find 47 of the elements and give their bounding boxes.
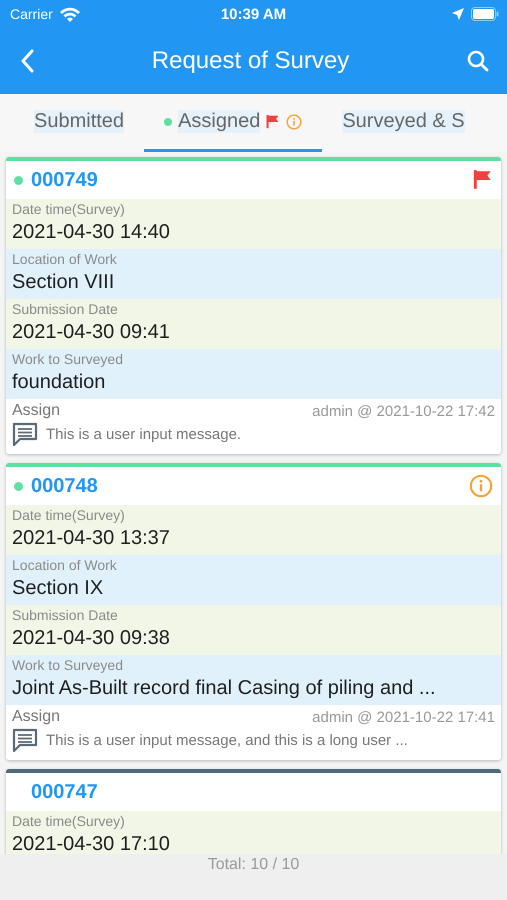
battery-icon [471, 7, 499, 21]
wifi-icon [58, 6, 81, 22]
action-label: Assign [12, 708, 60, 726]
message-text: This is a user input message, and this is a long user ... [46, 732, 408, 748]
field-value: Section VIII [12, 270, 116, 295]
field-label: Work to Surveyed [12, 351, 124, 368]
request-number: 000748 [31, 474, 99, 498]
location-arrow-icon [451, 7, 465, 21]
back-icon [20, 49, 34, 73]
tab[interactable]: Assigned [144, 94, 322, 152]
field-value: 2021-04-30 17:10 [12, 832, 171, 854]
assigned-by-text: admin @ 2021-10-22 17:42 [312, 402, 495, 420]
request-card[interactable]: 000749 Date time(Survey) 2021-04-30 14:40 Location of Work Section VIII Submission Date 2021-04-30 09:41 Work to Surveyed foundation Assign admin @ 2021-10-22 17:42 This is a user input message. [6, 157, 501, 454]
clock-time: 10:39 AM [220, 6, 286, 22]
field-value: 2021-04-30 09:41 [12, 320, 171, 345]
request-number: 000747 [31, 780, 99, 804]
message-icon [12, 728, 38, 752]
tab[interactable]: Surveyed & S [322, 94, 485, 152]
action-label: Assign [12, 402, 60, 420]
field-value: Joint As-Built record final Casing of piling and ... [12, 676, 437, 701]
field-value: 2021-04-30 14:40 [12, 220, 171, 245]
field-label: Submission Date [12, 301, 119, 318]
request-card[interactable]: 000747 Date time(Survey) 2021-04-30 17:10 [6, 769, 501, 854]
field-value: 2021-04-30 13:37 [12, 526, 171, 551]
field-label: Date time(Survey) [12, 201, 126, 218]
screen-title: Request of Survey [152, 47, 350, 75]
field-value: foundation [12, 370, 106, 395]
tab[interactable]: Submitted [0, 94, 144, 152]
search-icon [467, 50, 489, 72]
message-icon [12, 422, 38, 446]
field-label: Work to Surveyed [12, 657, 124, 674]
request-number: 000749 [31, 168, 99, 192]
field-label: Date time(Survey) [12, 813, 126, 830]
total-count: Total: 10 / 10 [208, 856, 300, 875]
field-label: Location of Work [12, 557, 118, 574]
field-label: Submission Date [12, 607, 119, 624]
field-value: 2021-04-30 09:38 [12, 626, 171, 651]
assigned-by-text: admin @ 2021-10-22 17:41 [312, 708, 495, 726]
field-label: Location of Work [12, 251, 118, 268]
field-label: Date time(Survey) [12, 507, 126, 524]
message-text: This is a user input message. [46, 426, 242, 442]
tab-label: Surveyed & S [342, 110, 465, 133]
tab-label: Assigned [178, 110, 260, 133]
request-card[interactable] [6, 463, 501, 760]
field-value: Section IX [12, 576, 104, 601]
tab-label: Submitted [34, 110, 124, 133]
carrier-label: Carrier [10, 6, 53, 22]
